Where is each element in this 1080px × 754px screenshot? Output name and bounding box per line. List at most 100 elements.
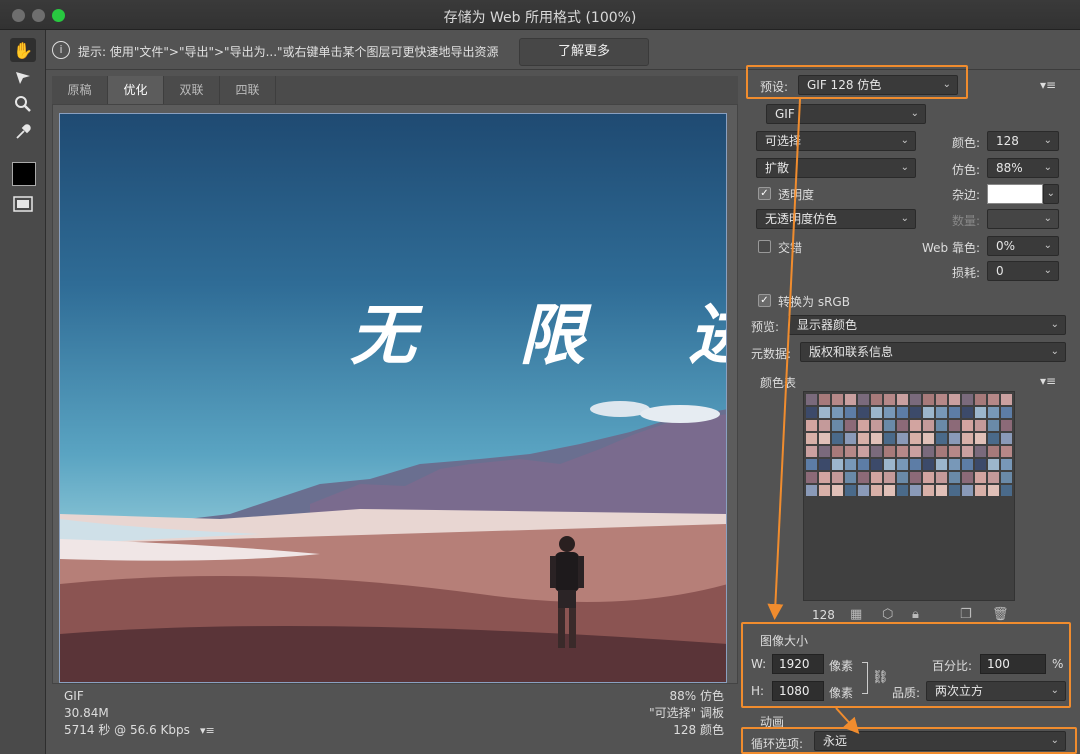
- format-select[interactable]: GIF ⌄: [766, 104, 926, 124]
- color-swatch[interactable]: [806, 394, 817, 405]
- color-swatch[interactable]: [819, 485, 830, 496]
- color-swatch[interactable]: [962, 459, 973, 470]
- color-swatch[interactable]: [858, 459, 869, 470]
- color-swatch[interactable]: [975, 459, 986, 470]
- color-swatch[interactable]: [897, 472, 908, 483]
- color-swatch[interactable]: [962, 420, 973, 431]
- color-swatch[interactable]: [845, 485, 856, 496]
- matte-color-swatch[interactable]: [987, 184, 1043, 204]
- color-swatch[interactable]: [936, 459, 947, 470]
- color-swatch[interactable]: [923, 485, 934, 496]
- color-swatch[interactable]: [1001, 485, 1012, 496]
- new-color-icon[interactable]: ❐: [960, 607, 972, 622]
- color-swatch[interactable]: [897, 420, 908, 431]
- interlaced-checkbox[interactable]: [758, 240, 771, 253]
- color-swatch[interactable]: [897, 394, 908, 405]
- eyedropper-color-swatch[interactable]: [12, 162, 36, 186]
- learn-more-button[interactable]: 了解更多: [519, 38, 649, 66]
- color-swatch[interactable]: [858, 446, 869, 457]
- color-swatch[interactable]: [1001, 472, 1012, 483]
- color-swatch[interactable]: [936, 433, 947, 444]
- color-swatch[interactable]: [975, 407, 986, 418]
- color-swatch[interactable]: [1001, 446, 1012, 457]
- lossy-select[interactable]: 0 ⌄: [987, 261, 1059, 281]
- color-swatch[interactable]: [871, 446, 882, 457]
- color-swatch[interactable]: [975, 394, 986, 405]
- color-swatch[interactable]: [949, 485, 960, 496]
- color-swatch[interactable]: [962, 407, 973, 418]
- color-swatch[interactable]: [858, 394, 869, 405]
- convert-srgb-checkbox[interactable]: ✓: [758, 294, 771, 307]
- slice-select-tool-icon[interactable]: [10, 66, 36, 90]
- color-swatch[interactable]: [923, 433, 934, 444]
- color-swatch[interactable]: [832, 459, 843, 470]
- color-swatch[interactable]: [884, 485, 895, 496]
- color-swatch[interactable]: [910, 472, 921, 483]
- color-swatch[interactable]: [975, 472, 986, 483]
- color-table-grid[interactable]: [803, 391, 1015, 601]
- color-swatch[interactable]: [975, 446, 986, 457]
- color-swatch[interactable]: [858, 472, 869, 483]
- color-swatch[interactable]: [806, 407, 817, 418]
- color-swatch[interactable]: [949, 459, 960, 470]
- link-proportions-icon[interactable]: ⛓︎: [872, 670, 889, 685]
- color-swatch[interactable]: [962, 446, 973, 457]
- color-swatch[interactable]: [819, 433, 830, 444]
- percent-input[interactable]: 100: [980, 654, 1046, 674]
- color-swatch[interactable]: [832, 433, 843, 444]
- color-swatch[interactable]: [962, 394, 973, 405]
- color-swatch[interactable]: [897, 459, 908, 470]
- color-swatch[interactable]: [806, 485, 817, 496]
- color-swatch[interactable]: [936, 407, 947, 418]
- color-swatch[interactable]: [819, 407, 830, 418]
- transparency-dither-select[interactable]: 无透明度仿色 ⌄: [756, 209, 916, 229]
- map-to-transparent-icon[interactable]: ▦: [850, 607, 862, 622]
- color-swatch[interactable]: [910, 459, 921, 470]
- color-swatch[interactable]: [884, 446, 895, 457]
- web-shift-icon[interactable]: ⬡: [882, 607, 893, 622]
- tab-original[interactable]: 原稿: [52, 76, 108, 104]
- color-swatch[interactable]: [897, 446, 908, 457]
- color-swatch[interactable]: [858, 433, 869, 444]
- color-swatch[interactable]: [975, 420, 986, 431]
- color-swatch[interactable]: [975, 433, 986, 444]
- color-swatch[interactable]: [949, 446, 960, 457]
- color-swatch[interactable]: [936, 472, 947, 483]
- loop-options-select[interactable]: 永远 ⌄: [814, 731, 1066, 751]
- toggle-slices-visibility-icon[interactable]: [10, 192, 36, 216]
- colors-select[interactable]: 128 ⌄: [987, 131, 1059, 151]
- color-swatch[interactable]: [897, 485, 908, 496]
- color-swatch[interactable]: [962, 433, 973, 444]
- color-swatch[interactable]: [884, 433, 895, 444]
- color-swatch[interactable]: [845, 394, 856, 405]
- color-swatch[interactable]: [988, 459, 999, 470]
- color-swatch[interactable]: [1001, 459, 1012, 470]
- color-swatch[interactable]: [845, 446, 856, 457]
- color-swatch[interactable]: [845, 472, 856, 483]
- quality-select[interactable]: 两次立方 ⌄: [926, 681, 1066, 701]
- color-swatch[interactable]: [910, 394, 921, 405]
- download-speed-menu-icon[interactable]: ▾≡: [200, 724, 215, 737]
- color-swatch[interactable]: [962, 485, 973, 496]
- color-swatch[interactable]: [845, 459, 856, 470]
- color-swatch[interactable]: [819, 459, 830, 470]
- tab-4-up[interactable]: 四联: [220, 76, 276, 104]
- color-swatch[interactable]: [975, 485, 986, 496]
- color-swatch[interactable]: [910, 420, 921, 431]
- matte-dropdown[interactable]: ⌄: [1043, 184, 1059, 204]
- color-swatch[interactable]: [858, 420, 869, 431]
- color-swatch[interactable]: [845, 407, 856, 418]
- color-swatch[interactable]: [949, 420, 960, 431]
- color-swatch[interactable]: [897, 407, 908, 418]
- web-snap-select[interactable]: 0% ⌄: [987, 236, 1059, 256]
- eyedropper-tool-icon[interactable]: [10, 120, 36, 144]
- color-swatch[interactable]: [923, 472, 934, 483]
- color-swatch[interactable]: [988, 472, 999, 483]
- color-swatch[interactable]: [871, 394, 882, 405]
- color-swatch[interactable]: [1001, 420, 1012, 431]
- color-swatch[interactable]: [819, 420, 830, 431]
- color-swatch[interactable]: [936, 485, 947, 496]
- color-swatch[interactable]: [806, 420, 817, 431]
- color-swatch[interactable]: [884, 420, 895, 431]
- color-swatch[interactable]: [871, 472, 882, 483]
